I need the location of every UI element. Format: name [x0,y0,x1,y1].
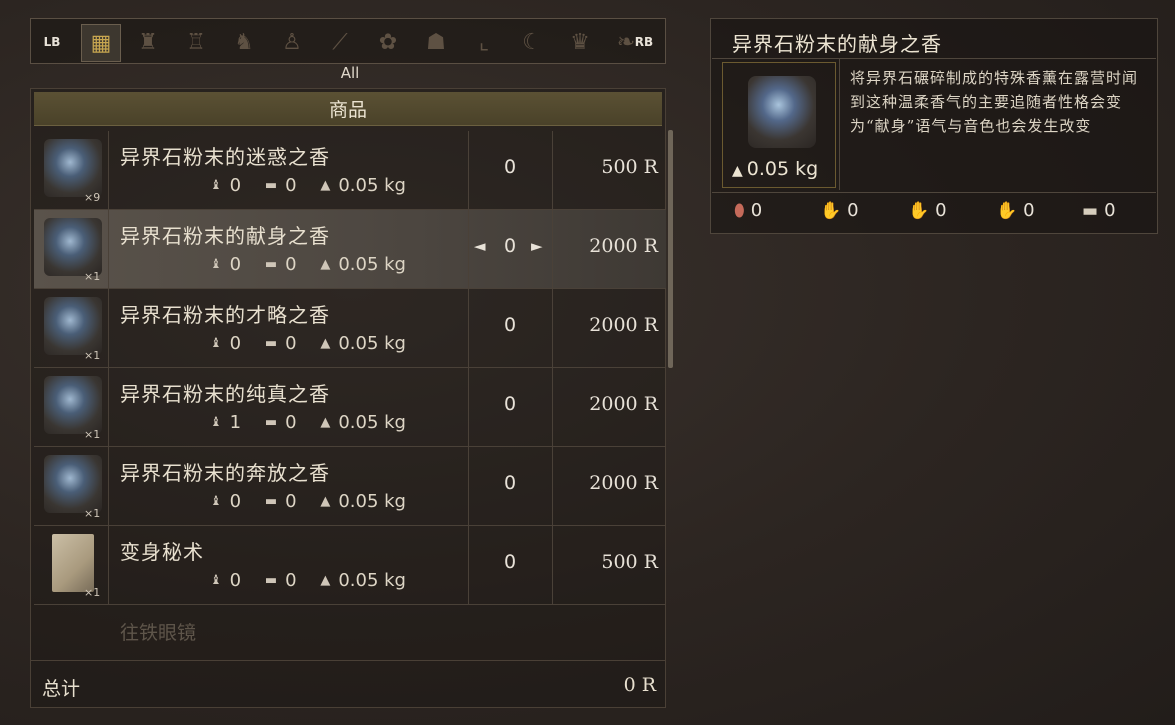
incense-icon [44,376,102,434]
item-name: 异界石粉末的献身之香 [120,224,330,248]
total-label: 总计 [42,678,81,700]
item-name: 异界石粉末的迷惑之香 [120,145,330,169]
chest-icon: ▬ [264,415,278,430]
detail-description: 将异界石碾碎制成的特殊香薰在露营时闻到这种温柔香气的主要追随者性格会变为“献身”… [850,69,1139,135]
list-item[interactable]: ×1 异界石粉末的奔放之香 ♝ 0 ▬ 0 ▲ 0.05 kg 0 2000 R [34,447,666,526]
list-item[interactable]: ×1 异界石粉末的纯真之香 ♝ 1 ▬ 0 ▲ 0.05 kg 0 2000 R [34,368,666,447]
blue-hand-icon: ✋ [820,200,842,221]
hand-icon: ✋ [908,200,930,221]
detail-stat: ⬮ 0 [734,200,763,221]
item-stats: ♝ 0 ▬ 0 ▲ 0.05 kg [210,254,406,275]
chest-icon: ▬ [264,336,278,351]
incense-icon [44,139,102,197]
detail-weight: ▲ 0.05 kg [732,158,819,180]
detail-title: 异界石粉末的献身之香 [732,32,942,56]
item-name: 异界石粉末的奔放之香 [120,461,330,485]
purchase-count[interactable]: 0 [468,393,552,415]
shield-icon: ⬮ [734,200,745,221]
item-price: 2000 R [589,472,658,494]
flask-icon: ♝ [210,257,222,272]
item-stats: ♝ 0 ▬ 0 ▲ 0.05 kg [210,570,406,591]
total-value: 0 R [623,674,656,696]
item-quantity: ×9 [84,191,101,204]
purchase-count[interactable]: 0 [468,156,552,178]
ring-icon[interactable]: ♙ [273,24,311,60]
helmet-icon[interactable]: ♖ [177,24,215,60]
item-price: 2000 R [589,314,658,336]
lb-bumper-button[interactable]: LB [37,27,67,57]
item-price: 500 R [601,156,658,178]
section-header: 商品 [34,92,662,126]
item-price: 2000 R [589,235,658,257]
flask-icon: ♝ [210,415,222,430]
weight-icon: ▲ [320,178,331,193]
item-quantity: ×1 [84,270,101,283]
weight-icon: ▲ [320,494,331,509]
item-quantity: ×1 [84,507,101,520]
list-item[interactable]: ×1 异界石粉末的才略之香 ♝ 0 ▬ 0 ▲ 0.05 kg 0 2000 R [34,289,666,368]
incense-icon [748,76,816,148]
item-name: 异界石粉末的纯真之香 [120,382,330,406]
purchase-count[interactable]: 0 [468,551,552,573]
item-name: 异界石粉末的才略之香 [120,303,330,327]
flask-icon: ♝ [210,573,222,588]
scroll-icon [52,534,94,592]
rb-bumper-button[interactable]: RB [629,27,659,57]
incense-icon [44,297,102,355]
next-item-faded[interactable]: 往铁眼镜 [120,618,196,645]
flask-icon: ♝ [210,178,222,193]
list-scrollbar[interactable] [668,130,673,368]
sword-icon[interactable]: ⟋ [321,24,359,60]
active-tab-label: All [340,64,360,82]
chest-icon: ▬ [1082,200,1099,221]
category-tab-bar: LB ▦ ♜ ♖ ♞ ♙ ⟋ ✿ ☗ ⌞ ☾ ♛ ❧ RB [30,18,666,64]
item-stats: ♝ 0 ▬ 0 ▲ 0.05 kg [210,175,406,196]
boots-icon[interactable]: ⌞ [465,24,503,60]
chest-icon: ▬ [264,257,278,272]
weight-icon: ▲ [320,573,331,588]
weight-icon: ▲ [320,336,331,351]
potion-icon[interactable]: ♜ [129,24,167,60]
item-name: 变身秘术 [120,540,204,564]
item-price: 500 R [601,551,658,573]
purchase-count[interactable]: 0 [468,472,552,494]
weight-icon: ▲ [320,415,331,430]
incense-icon [44,455,102,513]
flask-icon: ♝ [210,336,222,351]
cape-icon[interactable]: ☗ [417,24,455,60]
list-item-selected[interactable]: ×1 异界石粉末的献身之香 ♝ 0 ▬ 0 ▲ 0.05 kg ◄ 0 ► 2000 … [34,210,666,289]
incense-icon [44,218,102,276]
herb-icon[interactable]: ✿ [369,24,407,60]
item-stats: ♝ 1 ▬ 0 ▲ 0.05 kg [210,412,406,433]
increment-arrow-icon[interactable]: ► [531,237,543,255]
hood-icon[interactable]: ♛ [561,24,599,60]
weight-icon: ▲ [320,257,331,272]
item-price: 2000 R [589,393,658,415]
detail-stat: ✋ 0 [908,200,947,221]
flask-icon: ♝ [210,494,222,509]
chest-icon: ▬ [264,573,278,588]
chest-icon: ▬ [264,494,278,509]
item-stats: ♝ 0 ▬ 0 ▲ 0.05 kg [210,491,406,512]
list-item[interactable]: ×9 异界石粉末的迷惑之香 ♝ 0 ▬ 0 ▲ 0.05 kg 0 500 R [34,131,666,210]
chest-icon: ▬ [264,178,278,193]
purchase-count[interactable]: 0 [468,314,552,336]
list-item[interactable]: ×1 变身秘术 ♝ 0 ▬ 0 ▲ 0.05 kg 0 500 R [34,526,666,605]
bow-icon[interactable]: ☾ [513,24,551,60]
item-quantity: ×1 [84,586,101,599]
weight-icon: ▲ [732,163,743,179]
detail-stat: ✋ 0 [820,200,859,221]
item-quantity: ×1 [84,349,101,362]
all-items-icon[interactable]: ▦ [81,24,121,62]
detail-stat: ✋ 0 [996,200,1035,221]
armor-icon[interactable]: ♞ [225,24,263,60]
detail-stat: ▬ 0 [1082,200,1116,221]
item-quantity: ×1 [84,428,101,441]
open-hand-icon: ✋ [996,200,1018,221]
item-stats: ♝ 0 ▬ 0 ▲ 0.05 kg [210,333,406,354]
